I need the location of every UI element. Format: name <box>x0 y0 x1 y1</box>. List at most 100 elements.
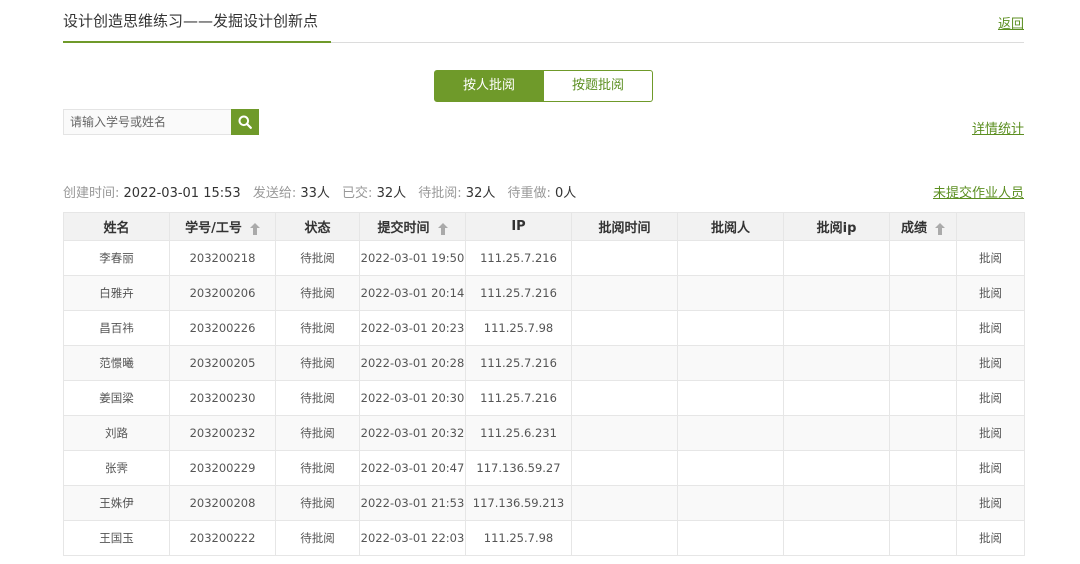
cell-ip: 111.25.7.98 <box>465 310 572 346</box>
unsubmitted-link[interactable]: 未提交作业人员 <box>933 182 1024 201</box>
cell-review-time <box>571 345 678 381</box>
col-header-id[interactable]: 学号/工号 <box>169 212 276 241</box>
cell-status: 待批阅 <box>275 275 360 311</box>
review-button[interactable]: 批阅 <box>956 275 1025 311</box>
tab-by-person[interactable]: 按人批阅 <box>434 70 544 102</box>
search-icon <box>238 115 252 129</box>
cell-reviewer <box>677 310 784 346</box>
col-header-ip: IP <box>465 212 572 241</box>
created-value: 2022-03-01 15:53 <box>123 186 241 201</box>
col-header-score[interactable]: 成绩 <box>889 212 957 241</box>
cell-reviewer <box>677 380 784 416</box>
cell-submit-time: 2022-03-01 20:28 <box>359 345 466 381</box>
cell-submit-time: 2022-03-01 20:23 <box>359 310 466 346</box>
cell-status: 待批阅 <box>275 520 360 556</box>
cell-review-time <box>571 485 678 521</box>
cell-reviewer <box>677 275 784 311</box>
cell-status: 待批阅 <box>275 485 360 521</box>
review-button[interactable]: 批阅 <box>956 240 1025 276</box>
table-row: 白雅卉 203200206 待批阅 2022-03-01 20:14 111.25.7.… <box>63 275 1025 311</box>
cell-ip: 111.25.7.216 <box>465 380 572 416</box>
cell-review-time <box>571 275 678 311</box>
cell-id: 203200218 <box>169 240 276 276</box>
created-label: 创建时间: <box>63 186 120 201</box>
cell-status: 待批阅 <box>275 415 360 451</box>
sort-up-icon[interactable] <box>935 222 945 235</box>
cell-name: 昌百祎 <box>63 310 170 346</box>
page-title: 设计创造思维练习——发掘设计创新点 <box>63 12 319 30</box>
redo-label: 待重做: <box>507 186 551 201</box>
cell-submit-time: 2022-03-01 20:30 <box>359 380 466 416</box>
cell-reviewer <box>677 240 784 276</box>
search-button[interactable] <box>231 109 259 135</box>
review-button[interactable]: 批阅 <box>956 450 1025 486</box>
cell-id: 203200229 <box>169 450 276 486</box>
cell-review-time <box>571 380 678 416</box>
review-button[interactable]: 批阅 <box>956 485 1025 521</box>
cell-review-time <box>571 450 678 486</box>
cell-submit-time: 2022-03-01 19:50 <box>359 240 466 276</box>
cell-review-ip <box>783 275 890 311</box>
cell-reviewer <box>677 450 784 486</box>
review-button[interactable]: 批阅 <box>956 310 1025 346</box>
cell-submit-time: 2022-03-01 21:53 <box>359 485 466 521</box>
cell-id: 203200206 <box>169 275 276 311</box>
cell-status: 待批阅 <box>275 240 360 276</box>
table-body: 李春丽 203200218 待批阅 2022-03-01 19:50 111.25.7.… <box>63 240 1025 556</box>
sort-up-icon[interactable] <box>437 222 448 235</box>
cell-status: 待批阅 <box>275 450 360 486</box>
cell-review-ip <box>783 345 890 381</box>
cell-score <box>889 310 957 346</box>
cell-ip: 111.25.7.216 <box>465 345 572 381</box>
table-header-row: 姓名 学号/工号 状态 提交时间 IP 批阅时间 批阅人 批阅ip 成绩 <box>63 212 1025 241</box>
cell-score <box>889 485 957 521</box>
col-header-review-time: 批阅时间 <box>571 212 678 241</box>
sent-label: 发送给: <box>252 186 297 201</box>
cell-submit-time: 2022-03-01 20:47 <box>359 450 466 486</box>
cell-score <box>889 380 957 416</box>
cell-id: 203200230 <box>169 380 276 416</box>
tab-by-question[interactable]: 按题批阅 <box>544 70 653 102</box>
review-button[interactable]: 批阅 <box>956 380 1025 416</box>
table-row: 范憬曦 203200205 待批阅 2022-03-01 20:28 111.25.7.… <box>63 345 1025 381</box>
cell-name: 范憬曦 <box>63 345 170 381</box>
cell-id: 203200232 <box>169 415 276 451</box>
table-row: 张霁 203200229 待批阅 2022-03-01 20:47 117.136.59… <box>63 450 1025 486</box>
cell-review-ip <box>783 380 890 416</box>
review-button[interactable]: 批阅 <box>956 415 1025 451</box>
col-header-submit-time[interactable]: 提交时间 <box>359 212 466 241</box>
table-row: 姜国梁 203200230 待批阅 2022-03-01 20:30 111.25.7.… <box>63 380 1025 416</box>
cell-ip: 111.25.6.231 <box>465 415 572 451</box>
cell-name: 白雅卉 <box>63 275 170 311</box>
assignment-stats: 创建时间: 2022-03-01 15:53 发送给: 33人 已交: 32人 … <box>63 182 576 201</box>
cell-review-time <box>571 310 678 346</box>
cell-status: 待批阅 <box>275 380 360 416</box>
cell-status: 待批阅 <box>275 310 360 346</box>
col-header-review-ip: 批阅ip <box>783 212 890 241</box>
submitted-value: 32人 <box>376 186 407 201</box>
review-mode-tabs: 按人批阅 按题批阅 <box>434 70 653 102</box>
col-header-reviewer: 批阅人 <box>677 212 784 241</box>
search-bar <box>63 109 259 135</box>
cell-reviewer <box>677 485 784 521</box>
table-row: 王国玉 203200222 待批阅 2022-03-01 22:03 111.25.7.… <box>63 520 1025 556</box>
cell-submit-time: 2022-03-01 22:03 <box>359 520 466 556</box>
title-underline <box>63 41 331 43</box>
cell-review-time <box>571 520 678 556</box>
cell-id: 203200226 <box>169 310 276 346</box>
review-button[interactable]: 批阅 <box>956 345 1025 381</box>
review-button[interactable]: 批阅 <box>956 520 1025 556</box>
cell-name: 刘路 <box>63 415 170 451</box>
detail-stats-link[interactable]: 详情统计 <box>972 118 1024 137</box>
cell-score <box>889 415 957 451</box>
submissions-table: 姓名 学号/工号 状态 提交时间 IP 批阅时间 批阅人 批阅ip 成绩 李春丽… <box>63 212 1025 556</box>
cell-reviewer <box>677 345 784 381</box>
sort-up-icon[interactable] <box>249 222 260 235</box>
cell-score <box>889 240 957 276</box>
cell-ip: 117.136.59.213 <box>465 485 572 521</box>
cell-status: 待批阅 <box>275 345 360 381</box>
cell-id: 203200222 <box>169 520 276 556</box>
search-input[interactable] <box>63 109 231 135</box>
cell-reviewer <box>677 520 784 556</box>
back-link[interactable]: 返回 <box>998 13 1024 32</box>
